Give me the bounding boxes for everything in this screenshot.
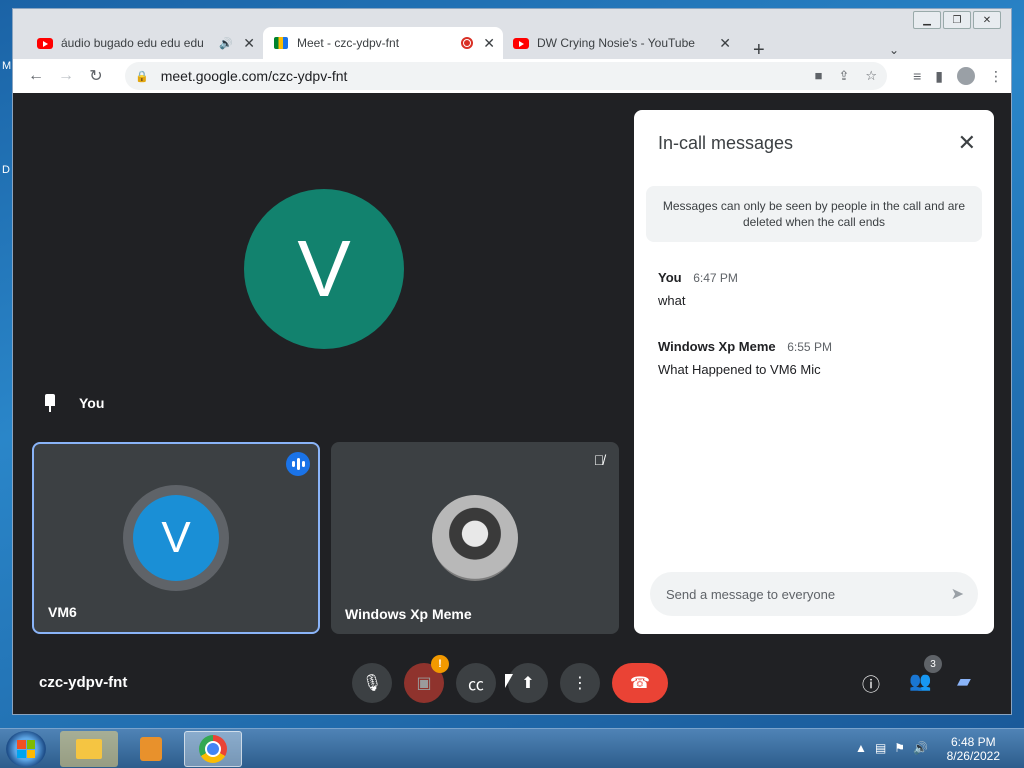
mic-off-icon: 🎙̸ [593, 452, 605, 468]
end-call-button[interactable]: ☎ [612, 663, 668, 703]
chat-icon[interactable]: ▰ [957, 671, 971, 692]
tab-search-chevron-icon[interactable]: ⌄ [889, 43, 899, 57]
browser-window: ▁ ❐ ✕ áudio bugado edu edu edu 🔊 ✕ Meet … [12, 8, 1012, 715]
message-time: 6:47 PM [693, 271, 738, 285]
tab-youtube-dw[interactable]: DW Crying Nosie's - YouTube ✕ [503, 27, 739, 59]
send-icon[interactable]: ➤ [951, 584, 964, 604]
participant-name: VM6 [48, 604, 77, 620]
clock-time: 6:48 PM [950, 735, 996, 749]
mic-button[interactable]: 🎙 [352, 663, 392, 703]
people-icon[interactable]: 👥 [909, 671, 931, 692]
more-vert-icon: ⋮ [572, 675, 588, 692]
recording-icon [461, 37, 473, 49]
captions-icon: ㏄ [467, 677, 484, 694]
meeting-code: czc-ydpv-fnt [39, 674, 128, 691]
taskbar-explorer[interactable] [60, 731, 118, 767]
meeting-details-icon[interactable]: ⓘ [862, 671, 880, 697]
pinned-avatar: V [244, 189, 404, 349]
chat-message: Windows Xp Meme 6:55 PM What Happened to… [658, 339, 832, 377]
chat-message-input[interactable]: Send a message to everyone ➤ [650, 572, 978, 616]
taskbar: ▲ ▤ ⚑ 🔊 6:48 PM 8/26/2022 [0, 728, 1024, 768]
mouse-cursor-icon [505, 674, 513, 688]
taskbar-media-player[interactable] [122, 731, 180, 767]
chat-notice: Messages can only be seen by people in t… [646, 186, 982, 242]
meet-icon [273, 35, 289, 51]
media-player-icon [140, 737, 162, 761]
clock-date: 8/26/2022 [946, 749, 1000, 763]
present-screen-button[interactable]: ⬆ [508, 663, 548, 703]
forward-icon[interactable]: → [51, 67, 81, 85]
system-tray: ▲ ▤ ⚑ 🔊 [855, 741, 928, 755]
present-icon: ⬆ [521, 675, 535, 692]
speaking-indicator-icon [286, 452, 310, 476]
speaker-icon[interactable]: 🔊 [219, 37, 233, 50]
camera-icon[interactable]: ■ [815, 68, 823, 84]
panel-title: In-call messages [658, 133, 794, 153]
desktop-icon-fragment: D [2, 164, 10, 176]
taskbar-chrome[interactable] [184, 731, 242, 767]
tab-youtube-audio[interactable]: áudio bugado edu edu edu 🔊 ✕ [27, 27, 263, 59]
tray-expand-icon[interactable]: ▲ [855, 741, 867, 755]
camera-warning-badge: ! [431, 655, 449, 673]
bookmark-star-icon[interactable]: ☆ [865, 68, 877, 84]
address-bar[interactable]: 🔒 meet.google.com/czc-ydpv-fnt ■ ⇪ ☆ [125, 62, 887, 90]
folder-icon [76, 739, 102, 759]
network-icon[interactable]: ▤ [875, 741, 886, 755]
captions-button[interactable]: ㏄ [456, 663, 496, 703]
media-control-icon[interactable]: ≡ [913, 68, 921, 84]
url-text: meet.google.com/czc-ydpv-fnt [160, 68, 348, 84]
more-options-button[interactable]: ⋮ [560, 663, 600, 703]
start-button[interactable] [6, 731, 46, 767]
volume-icon[interactable]: 🔊 [913, 741, 928, 755]
chat-message: You 6:47 PM what [658, 270, 738, 308]
browser-toolbar: ← → ↻ 🔒 meet.google.com/czc-ydpv-fnt ■ ⇪… [13, 59, 1011, 93]
clock[interactable]: 6:48 PM 8/26/2022 [947, 735, 1000, 763]
side-panel-icon[interactable]: ▮ [935, 68, 943, 85]
participant-tile-windows-xp-meme[interactable]: 🎙̸ Windows Xp Meme [331, 442, 619, 634]
close-tab-icon[interactable]: ✕ [719, 35, 731, 52]
youtube-icon [513, 35, 529, 51]
participant-tile-vm6[interactable]: V VM6 [32, 442, 320, 634]
desktop-icon-fragment: M [2, 60, 12, 72]
share-icon[interactable]: ⇪ [838, 68, 849, 84]
message-sender: You [658, 270, 682, 285]
message-text: what [658, 293, 686, 308]
tab-strip: áudio bugado edu edu edu 🔊 ✕ Meet - czc-… [13, 23, 1011, 61]
pin-icon[interactable] [41, 393, 61, 413]
back-icon[interactable]: ← [21, 67, 51, 85]
microphone-icon: 🎙 [361, 675, 383, 692]
participant-photo-cat [432, 495, 518, 581]
lock-icon[interactable]: 🔒 [135, 70, 149, 83]
end-call-icon: ☎ [630, 675, 650, 692]
chrome-icon [199, 735, 227, 763]
message-text: What Happened to VM6 Mic [658, 362, 821, 377]
reload-icon[interactable]: ↻ [81, 66, 111, 86]
tab-meet[interactable]: Meet - czc-ydpv-fnt ✕ [263, 27, 503, 59]
chat-input-placeholder: Send a message to everyone [666, 586, 836, 602]
youtube-icon [37, 35, 53, 51]
tab-title: áudio bugado edu edu edu [61, 36, 204, 50]
windows-logo-icon [17, 740, 35, 758]
people-count-badge: 3 [924, 655, 942, 673]
participant-name: Windows Xp Meme [345, 606, 472, 622]
in-call-messages-panel: In-call messages ✕ Messages can only be … [634, 110, 994, 634]
participant-avatar: V [133, 495, 219, 581]
tab-title: DW Crying Nosie's - YouTube [537, 36, 695, 50]
profile-avatar-icon[interactable] [957, 67, 975, 85]
message-time: 6:55 PM [787, 340, 832, 354]
message-sender: Windows Xp Meme [658, 339, 776, 354]
tab-title: Meet - czc-ydpv-fnt [297, 36, 400, 50]
camera-off-icon: ▣ [416, 675, 432, 692]
action-center-icon[interactable]: ⚑ [894, 741, 905, 755]
close-panel-icon[interactable]: ✕ [958, 130, 976, 156]
pinned-name: You [79, 395, 105, 411]
pinned-participant-label: You [41, 393, 104, 413]
menu-kebab-icon[interactable]: ⋮ [989, 68, 1003, 85]
close-tab-icon[interactable]: ✕ [483, 35, 495, 52]
meet-stage: V You V VM6 🎙̸ Windows Xp Meme In-call m… [13, 93, 1011, 714]
close-tab-icon[interactable]: ✕ [243, 35, 255, 52]
